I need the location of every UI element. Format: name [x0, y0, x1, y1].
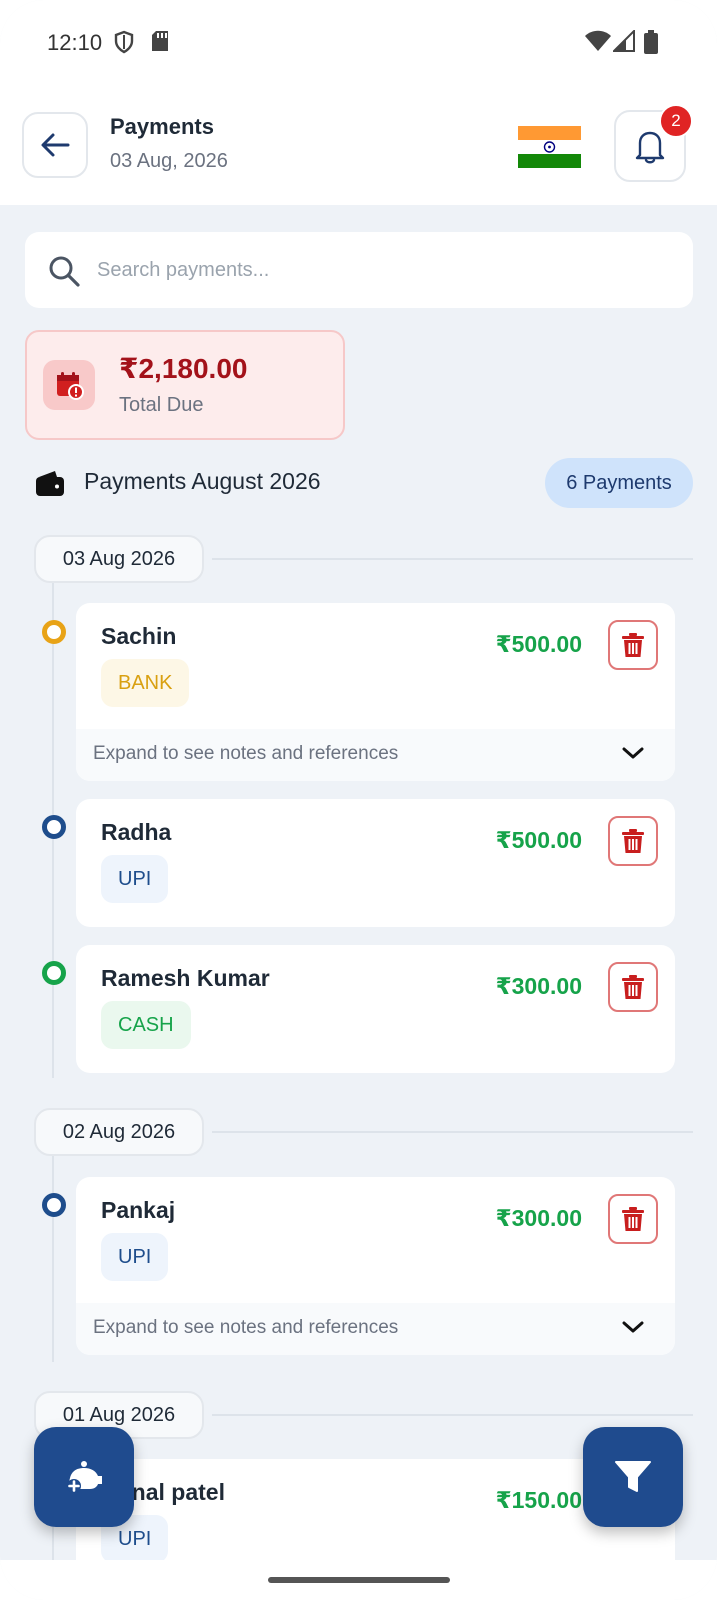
- delete-button[interactable]: [608, 620, 658, 670]
- payer-name: Ramesh Kumar: [101, 965, 270, 991]
- app-screen: 12:10 Payments 03 Aug, 2026 2 Search pay…: [0, 0, 717, 1600]
- payment-method-badge: UPI: [101, 855, 169, 903]
- date-group-header: 03 Aug 2026: [34, 535, 204, 583]
- arrow-left-icon: [41, 133, 70, 157]
- add-payment-button[interactable]: [34, 1427, 134, 1527]
- app-header: Payments 03 Aug, 2026 2: [0, 90, 717, 205]
- divider: [212, 1414, 693, 1416]
- home-indicator[interactable]: [268, 1577, 450, 1583]
- back-button[interactable]: [22, 112, 88, 178]
- delete-button[interactable]: [608, 1194, 658, 1244]
- section-title: Payments August 2026: [84, 468, 321, 494]
- page-title: Payments: [110, 114, 214, 139]
- wallet-icon: [36, 471, 64, 496]
- payment-amount: ₹500.00: [495, 827, 582, 853]
- payer-name: Radha: [101, 819, 172, 845]
- trash-icon: [622, 1207, 644, 1231]
- wifi-icon: [585, 30, 611, 51]
- total-due-card: ₹2,180.00 Total Due: [25, 330, 345, 440]
- chevron-down-icon: [622, 747, 644, 759]
- trash-icon: [622, 829, 644, 853]
- shield-icon: [114, 30, 134, 54]
- timeline-line: [52, 1156, 54, 1362]
- search-icon: [49, 256, 80, 287]
- payment-amount: ₹500.00: [495, 631, 582, 657]
- payment-amount: ₹300.00: [495, 973, 582, 999]
- trash-icon: [622, 633, 644, 657]
- payment-count-badge: 6 Payments: [545, 458, 693, 508]
- timeline-dot-upi: [42, 815, 66, 839]
- status-time: 12:10: [47, 30, 103, 55]
- payment-method-badge: UPI: [101, 1233, 169, 1281]
- expand-notes-text: Expand to see notes and references: [93, 1317, 399, 1338]
- add-payment-icon: [67, 1461, 102, 1493]
- search-input[interactable]: [97, 250, 657, 290]
- status-bar: 12:10: [0, 0, 717, 90]
- divider: [212, 558, 693, 560]
- signal-icon: [613, 30, 635, 52]
- timeline-dot-cash: [42, 961, 66, 985]
- battery-icon: [644, 30, 658, 54]
- payment-amount: ₹300.00: [495, 1205, 582, 1231]
- payment-card[interactable]: Radha UPI ₹500.00: [76, 799, 675, 927]
- payment-card[interactable]: Pankaj UPI ₹300.00 Expand to see notes a…: [76, 1177, 675, 1355]
- notification-badge: 2: [659, 104, 693, 138]
- payment-method-badge: BANK: [101, 659, 190, 707]
- expand-notes-row[interactable]: Expand to see notes and references: [76, 729, 675, 781]
- payment-card[interactable]: Sachin BANK ₹500.00 Expand to see notes …: [76, 603, 675, 781]
- filter-button[interactable]: [583, 1427, 683, 1527]
- payment-card[interactable]: Ramesh Kumar CASH ₹300.00: [76, 945, 675, 1073]
- payer-name: Pankaj: [101, 1197, 176, 1223]
- due-calendar-icon: [43, 360, 95, 410]
- total-due-label: Total Due: [119, 394, 204, 416]
- payments-section-header: Payments August 2026 6 Payments: [25, 458, 693, 508]
- search-bar: [25, 232, 693, 308]
- total-due-amount: ₹2,180.00: [119, 353, 248, 384]
- timeline-dot-upi: [42, 1193, 66, 1217]
- payment-amount: ₹150.00: [495, 1487, 582, 1513]
- trash-icon: [622, 975, 644, 999]
- delete-button[interactable]: [608, 816, 658, 866]
- page-date: 03 Aug, 2026: [110, 150, 228, 172]
- date-group-header: 02 Aug 2026: [34, 1108, 204, 1156]
- delete-button[interactable]: [608, 962, 658, 1012]
- divider: [212, 1131, 693, 1133]
- sd-card-icon: [152, 31, 168, 51]
- india-flag-icon[interactable]: [518, 126, 581, 168]
- chevron-down-icon: [622, 1321, 644, 1333]
- bell-icon: [635, 131, 665, 164]
- payer-name: Sachin: [101, 623, 177, 649]
- payment-method-badge: CASH: [101, 1001, 191, 1049]
- filter-icon: [615, 1461, 651, 1492]
- expand-notes-text: Expand to see notes and references: [93, 743, 399, 764]
- expand-notes-row[interactable]: Expand to see notes and references: [76, 1303, 675, 1355]
- timeline-dot-bank: [42, 620, 66, 644]
